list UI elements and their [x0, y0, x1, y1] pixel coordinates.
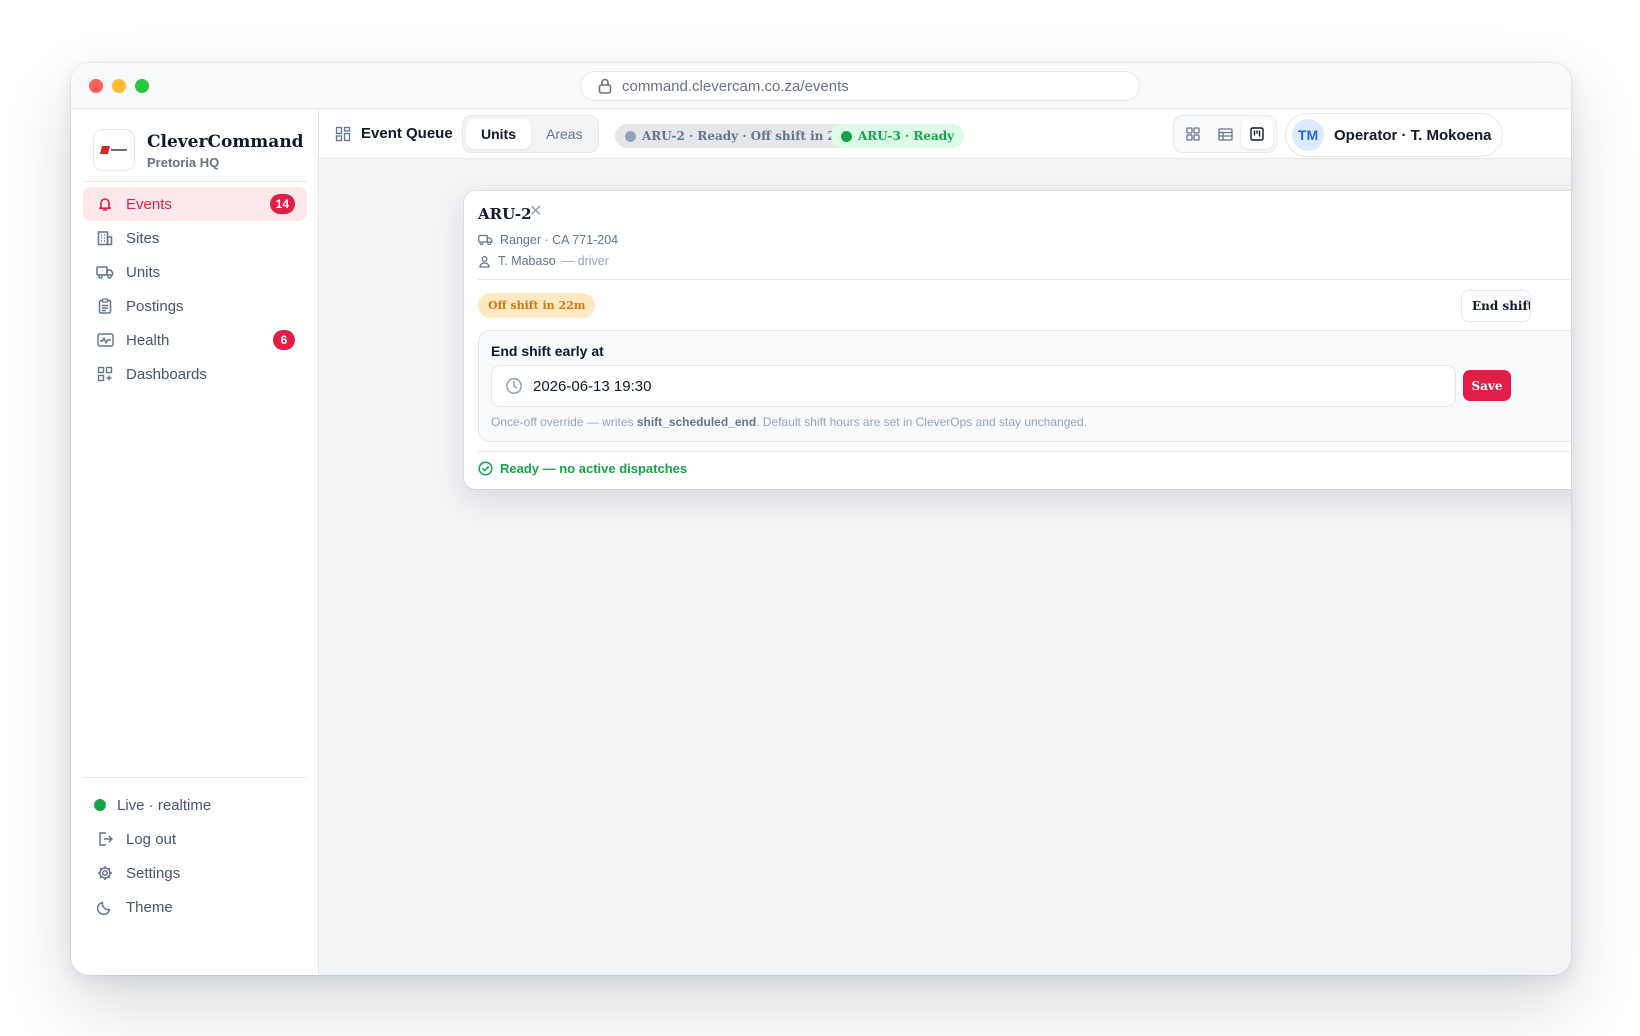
- sidebar-item-sites[interactable]: Sites: [83, 221, 307, 255]
- card-divider: [478, 279, 1571, 280]
- page-title-text: Event Queue: [361, 125, 453, 142]
- theme-label: Theme: [126, 898, 173, 916]
- live-dot-icon: [94, 799, 106, 811]
- browser-window: command.clevercam.co.za/events CleverCom…: [71, 63, 1571, 975]
- gear-icon: [96, 864, 114, 882]
- table-icon: [1217, 127, 1233, 141]
- close-icon[interactable]: ✕: [529, 201, 542, 221]
- hint-prefix: Once-off override — writes: [491, 415, 637, 429]
- brand-name: CleverCommand: [147, 131, 304, 152]
- sidebar-item-health[interactable]: Health 6: [83, 323, 307, 357]
- activity-icon: [96, 331, 114, 349]
- unit-vehicle-text: Ranger · CA 771-204: [500, 233, 619, 247]
- status-dot-icon: [841, 130, 852, 142]
- sidebar-item-label: Sites: [126, 229, 160, 247]
- user-icon: [479, 255, 490, 268]
- clock-icon: [506, 378, 522, 394]
- hint-suffix: . Default shift hours are set in CleverO…: [756, 415, 1088, 429]
- live-status-label: Live · realtime: [117, 796, 212, 814]
- unit-vehicle: Ranger · CA 771-204: [478, 233, 618, 247]
- card-divider: [478, 451, 1571, 452]
- unit-chip-aru-3[interactable]: ARU-3 · Ready: [831, 124, 965, 148]
- sidebar-item-label: Events: [126, 195, 172, 213]
- minimize-window-button[interactable]: [112, 79, 126, 93]
- sidebar-item-label: Health: [126, 331, 170, 349]
- unit-driver: T. Mabaso — driver: [478, 254, 609, 268]
- health-count-badge: 6: [273, 330, 295, 350]
- sidebar-item-label: Postings: [126, 297, 184, 315]
- lock-icon: [598, 78, 612, 94]
- logout-label: Log out: [126, 830, 177, 848]
- events-count-badge: 14: [269, 194, 295, 214]
- user-label: Operator · T. Mokoena: [1334, 126, 1492, 144]
- grid-icon: [1186, 127, 1200, 141]
- avatar: TM: [1292, 119, 1324, 151]
- main-area: Event Queue Units Areas ARU-2 · Ready · …: [319, 109, 1571, 975]
- dispatch-status-text: Ready — no active dispatches: [500, 461, 688, 476]
- brand-location: Pretoria HQ: [147, 154, 220, 170]
- shift-status-badge: Off shift in 22m: [478, 293, 596, 318]
- truck-icon: [478, 234, 493, 246]
- override-hint: Once-off override — writes shift_schedul…: [491, 415, 1087, 429]
- sidebar-item-label: Units: [126, 263, 161, 281]
- brand-logo: [93, 129, 135, 171]
- unit-chip-label: ARU-3 · Ready: [858, 129, 955, 143]
- browser-titlebar: command.clevercam.co.za/events: [71, 63, 1571, 109]
- status-dot-icon: [625, 130, 636, 142]
- grid-view-button[interactable]: [1177, 119, 1209, 149]
- sidebar-item-units[interactable]: Units: [83, 255, 307, 289]
- address-bar[interactable]: command.clevercam.co.za/events: [580, 71, 1140, 101]
- sidebar-footer-divider: [83, 777, 307, 778]
- moon-icon: [96, 898, 114, 916]
- driver-role: — driver: [561, 254, 609, 268]
- settings-button[interactable]: Settings: [83, 858, 307, 888]
- tab-units[interactable]: Units: [466, 119, 531, 149]
- hint-field-name: shift_scheduled_end: [636, 415, 757, 429]
- dispatch-status: Ready — no active dispatches: [478, 461, 687, 476]
- view-tabs: Units Areas: [462, 115, 599, 153]
- bell-icon: [96, 195, 114, 213]
- unit-chip-label: ARU-2 · Ready · Off shift in 22m: [642, 129, 857, 143]
- building-icon: [96, 229, 114, 247]
- board-view-button[interactable]: [1241, 119, 1273, 149]
- theme-button[interactable]: Theme: [83, 892, 307, 922]
- table-view-button[interactable]: [1209, 119, 1241, 149]
- live-status: Live · realtime: [83, 790, 307, 820]
- end-shift-datetime-input[interactable]: 2026-06-13 19:30: [491, 365, 1456, 407]
- unit-detail-card: ARU-2 ✕ Ranger · CA 771-204 T. Mabaso — …: [464, 191, 1571, 489]
- settings-label: Settings: [126, 864, 181, 882]
- truck-icon: [96, 263, 114, 281]
- save-button[interactable]: Save: [1463, 370, 1511, 401]
- datetime-value: 2026-06-13 19:30: [533, 377, 652, 395]
- layout-switcher: [1173, 115, 1277, 153]
- end-shift-button[interactable]: End shift: [1461, 290, 1531, 322]
- url-text: command.clevercam.co.za/events: [622, 77, 849, 95]
- end-shift-panel: End shift early at 2026-06-13 19:30 Save…: [478, 330, 1571, 442]
- close-window-button[interactable]: [89, 79, 103, 93]
- sidebar: CleverCommand Pretoria HQ Events 14 Site…: [71, 109, 319, 975]
- sidebar-item-dashboards[interactable]: Dashboards: [83, 357, 307, 391]
- sidebar-item-events[interactable]: Events 14: [83, 187, 307, 221]
- top-toolbar: Event Queue Units Areas ARU-2 · Ready · …: [319, 109, 1571, 159]
- end-shift-label: End shift early at: [491, 343, 604, 359]
- driver-name: T. Mabaso: [498, 254, 556, 268]
- maximize-window-button[interactable]: [135, 79, 149, 93]
- clipboard-icon: [96, 297, 114, 315]
- brand: CleverCommand Pretoria HQ: [93, 129, 304, 171]
- queue-icon: [335, 126, 351, 141]
- user-menu[interactable]: TM Operator · T. Mokoena: [1285, 113, 1503, 157]
- sidebar-item-postings[interactable]: Postings: [83, 289, 307, 323]
- logout-icon: [96, 830, 114, 848]
- check-circle-icon: [478, 461, 493, 476]
- page-title: Event Queue: [335, 125, 453, 142]
- dashboard-icon: [96, 365, 114, 383]
- board-icon: [1250, 127, 1264, 141]
- unit-card-title: ARU-2: [478, 205, 532, 223]
- unit-chip-aru-2[interactable]: ARU-2 · Ready · Off shift in 22m: [615, 124, 867, 148]
- tab-areas[interactable]: Areas: [531, 119, 598, 149]
- logout-button[interactable]: Log out: [83, 824, 307, 854]
- sidebar-item-label: Dashboards: [126, 365, 207, 383]
- sidebar-divider: [83, 181, 307, 182]
